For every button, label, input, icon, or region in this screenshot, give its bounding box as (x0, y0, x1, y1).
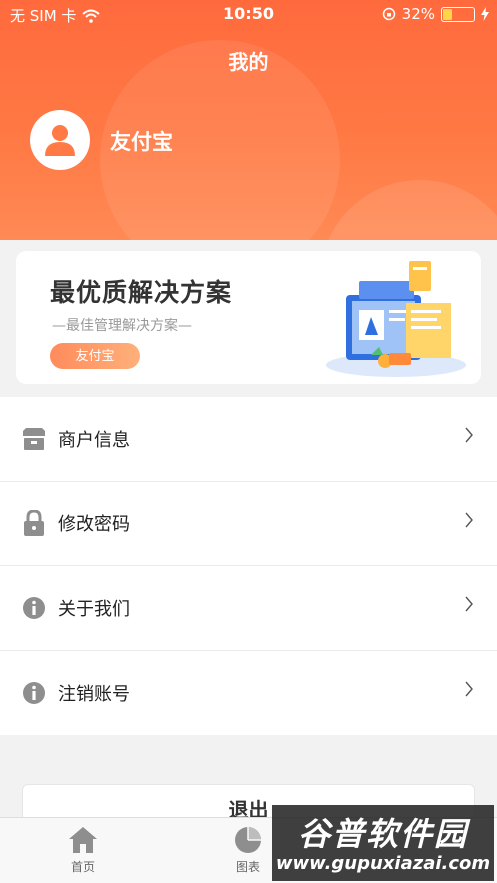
banner-button[interactable]: 友付宝 (50, 343, 140, 369)
menu-item-change-password[interactable]: 修改密码 (0, 482, 497, 566)
promo-banner[interactable]: 最优质解决方案 —最佳管理解决方案— 友付宝 (16, 251, 481, 384)
menu-item-label: 修改密码 (58, 514, 130, 536)
status-bar: 无 SIM 卡 10:50 32% (0, 0, 497, 28)
menu-item-label: 商户信息 (58, 429, 130, 451)
banner-illustration (326, 261, 466, 377)
watermark-name: 谷普软件园 (297, 815, 468, 853)
rotation-lock-icon (382, 7, 395, 21)
username: 友付宝 (110, 130, 173, 154)
info-icon (22, 681, 46, 705)
menu-item-about-us[interactable]: 关于我们 (0, 566, 497, 651)
store-icon (22, 427, 46, 451)
header-decoration (320, 180, 497, 240)
site-watermark: 谷普软件园 www.gupuxiazai.com (272, 805, 494, 881)
chevron-right-icon (465, 512, 473, 527)
profile-header: 无 SIM 卡 10:50 32% 我的 友付宝 (0, 0, 497, 240)
avatar[interactable] (30, 110, 90, 170)
settings-menu: 商户信息 修改密码 关于我们 注销账号 (0, 397, 497, 735)
menu-item-label: 关于我们 (58, 598, 130, 620)
battery-percent: 32% (401, 5, 435, 23)
chevron-right-icon (465, 596, 473, 612)
battery-icon (441, 6, 475, 22)
pie-chart-icon (235, 827, 261, 853)
banner-title: 最优质解决方案 (50, 278, 233, 307)
menu-item-label: 注销账号 (58, 683, 130, 705)
home-icon (69, 827, 97, 853)
charging-icon (481, 7, 489, 21)
lock-icon (22, 510, 46, 537)
user-icon (45, 125, 75, 156)
chevron-right-icon (465, 681, 473, 696)
chevron-right-icon (465, 427, 473, 443)
page-title: 我的 (228, 50, 269, 74)
tab-home[interactable]: 首页 (53, 826, 113, 875)
tab-label: 图表 (235, 860, 260, 874)
watermark-url: www.gupuxiazai.com (275, 853, 491, 874)
tab-chart[interactable]: 图表 (218, 826, 278, 875)
menu-item-delete-account[interactable]: 注销账号 (0, 651, 497, 736)
info-icon (22, 596, 46, 620)
banner-subtitle: —最佳管理解决方案— (52, 318, 192, 334)
tab-label: 首页 (70, 860, 95, 874)
menu-item-merchant-info[interactable]: 商户信息 (0, 397, 497, 482)
